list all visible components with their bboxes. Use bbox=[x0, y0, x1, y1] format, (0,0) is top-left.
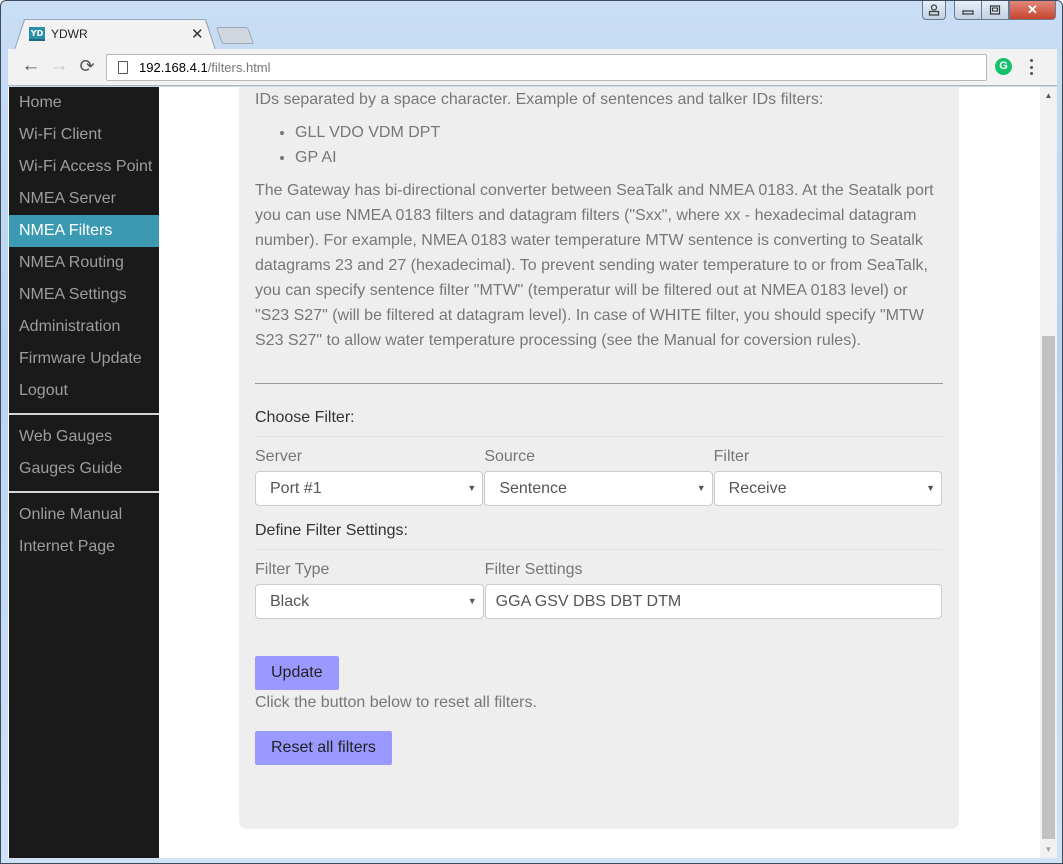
list-item: GP AI bbox=[295, 145, 943, 170]
source-label: Source bbox=[484, 448, 536, 465]
reset-all-filters-button[interactable]: Reset all filters bbox=[255, 731, 392, 765]
filter-settings-input[interactable]: GGA GSV DBS DBT DTM bbox=[484, 584, 942, 619]
filter-examples-list: GLL VDO VDM DPT GP AI bbox=[295, 120, 943, 170]
user-profile-button[interactable] bbox=[922, 1, 946, 20]
back-button[interactable]: ← bbox=[20, 55, 42, 77]
dropdown-arrow-icon: ▼ bbox=[696, 483, 706, 493]
browser-toolbar: ← → ⟳ 192.168.4.1/filters.html G bbox=[8, 49, 1057, 86]
filter-direction-value: Receive bbox=[728, 480, 787, 497]
filters-panel: IDs separated by a space character. Exam… bbox=[239, 87, 959, 829]
title-bar: YD YDWR ✕ ✕ bbox=[1, 1, 1062, 50]
tab-title[interactable]: YDWR bbox=[51, 27, 88, 41]
scrollbar-thumb[interactable] bbox=[1042, 336, 1055, 839]
dropdown-arrow-icon: ▼ bbox=[467, 483, 477, 493]
close-window-button[interactable]: ✕ bbox=[1009, 1, 1056, 20]
browser-window: YD YDWR ✕ ✕ ← → ⟳ 192.168.4.1/filters.ht… bbox=[0, 0, 1063, 864]
source-select[interactable]: Sentence ▼ bbox=[484, 471, 713, 506]
dropdown-arrow-icon: ▼ bbox=[926, 483, 935, 493]
define-filter-heading: Define Filter Settings: bbox=[255, 518, 943, 550]
minimize-button[interactable] bbox=[954, 1, 982, 20]
update-button[interactable]: Update bbox=[255, 656, 339, 690]
sidebar-nav: Home Wi-Fi Client Wi-Fi Access Point NME… bbox=[9, 87, 159, 858]
sidebar-divider bbox=[9, 491, 159, 493]
minimize-icon bbox=[962, 10, 974, 15]
browser-tab[interactable] bbox=[15, 20, 215, 50]
filter-direction-select[interactable]: Receive ▼ bbox=[713, 471, 942, 506]
window-controls: ✕ bbox=[922, 1, 1056, 21]
sidebar-item-internet-page[interactable]: Internet Page bbox=[9, 531, 159, 563]
sidebar-item-web-gauges[interactable]: Web Gauges bbox=[9, 421, 159, 453]
sidebar-item-online-manual[interactable]: Online Manual bbox=[9, 499, 159, 531]
url-host: 192.168.4.1 bbox=[139, 60, 208, 75]
dropdown-arrow-icon: ▼ bbox=[467, 596, 477, 606]
seatalk-paragraph: The Gateway has bi-directional converter… bbox=[255, 182, 934, 349]
define-filter-row: Filter Type Black ▼ Filter Settings GGA … bbox=[255, 558, 943, 619]
user-icon bbox=[928, 4, 940, 16]
close-icon: ✕ bbox=[1027, 2, 1038, 17]
filter-settings-label: Filter Settings bbox=[484, 561, 583, 578]
filter-type-select[interactable]: Black ▼ bbox=[255, 584, 484, 619]
favicon-icon: YD bbox=[29, 27, 45, 41]
choose-filter-heading: Choose Filter: bbox=[255, 405, 943, 437]
reload-button[interactable]: ⟳ bbox=[76, 55, 98, 77]
scroll-up-arrow-icon[interactable]: ▲ bbox=[1040, 87, 1057, 104]
sidebar-item-nmea-routing[interactable]: NMEA Routing bbox=[9, 247, 159, 279]
new-tab-button[interactable] bbox=[215, 27, 255, 44]
sidebar-item-nmea-server[interactable]: NMEA Server bbox=[9, 183, 159, 215]
sidebar-item-wifi-access-point[interactable]: Wi-Fi Access Point bbox=[9, 151, 159, 183]
section-divider bbox=[255, 383, 943, 384]
forward-button[interactable]: → bbox=[48, 55, 70, 77]
sidebar-group-links: Online Manual Internet Page bbox=[9, 499, 159, 563]
reset-instructions: Click the button below to reset all filt… bbox=[255, 694, 537, 711]
vertical-scrollbar[interactable]: ▲ ▼ bbox=[1040, 87, 1057, 858]
server-select[interactable]: Port #1 ▼ bbox=[255, 471, 484, 506]
filter-label: Filter bbox=[713, 448, 750, 465]
source-select-value: Sentence bbox=[499, 480, 567, 497]
sidebar-item-administration[interactable]: Administration bbox=[9, 311, 159, 343]
sidebar-item-firmware-update[interactable]: Firmware Update bbox=[9, 343, 159, 375]
grammarly-extension-icon[interactable]: G bbox=[995, 58, 1012, 75]
sidebar-item-home[interactable]: Home bbox=[9, 87, 159, 119]
sidebar-item-logout[interactable]: Logout bbox=[9, 375, 159, 407]
sidebar-group-main: Home Wi-Fi Client Wi-Fi Access Point NME… bbox=[9, 87, 159, 407]
intro-text: IDs separated by a space character. Exam… bbox=[255, 91, 824, 108]
sidebar-item-nmea-settings[interactable]: NMEA Settings bbox=[9, 279, 159, 311]
sidebar-divider bbox=[9, 413, 159, 415]
list-item: GLL VDO VDM DPT bbox=[295, 120, 943, 145]
arrow-right-icon: → bbox=[49, 55, 69, 76]
sidebar-item-nmea-filters[interactable]: NMEA Filters bbox=[9, 215, 159, 247]
filter-type-value: Black bbox=[270, 593, 310, 610]
server-select-value: Port #1 bbox=[270, 480, 322, 497]
sidebar-item-wifi-client[interactable]: Wi-Fi Client bbox=[9, 119, 159, 151]
scroll-down-arrow-icon[interactable]: ▼ bbox=[1040, 841, 1057, 858]
maximize-icon bbox=[989, 5, 1001, 15]
address-bar[interactable]: 192.168.4.1/filters.html bbox=[106, 54, 987, 81]
page-viewport: Home Wi-Fi Client Wi-Fi Access Point NME… bbox=[8, 87, 1057, 858]
filter-type-label: Filter Type bbox=[255, 561, 330, 578]
reload-icon: ⟳ bbox=[79, 56, 95, 76]
browser-menu-icon[interactable] bbox=[1028, 59, 1034, 75]
sidebar-group-gauges: Web Gauges Gauges Guide bbox=[9, 421, 159, 485]
server-label: Server bbox=[255, 448, 303, 465]
sidebar-item-gauges-guide[interactable]: Gauges Guide bbox=[9, 453, 159, 485]
maximize-button[interactable] bbox=[982, 1, 1009, 20]
page-icon bbox=[118, 61, 128, 74]
url-path: /filters.html bbox=[207, 60, 271, 75]
tab-close-icon[interactable]: ✕ bbox=[191, 25, 204, 43]
arrow-left-icon: ← bbox=[21, 55, 41, 76]
choose-filter-row: Server Port #1 ▼ Source Sentence ▼ Filte… bbox=[255, 445, 943, 506]
